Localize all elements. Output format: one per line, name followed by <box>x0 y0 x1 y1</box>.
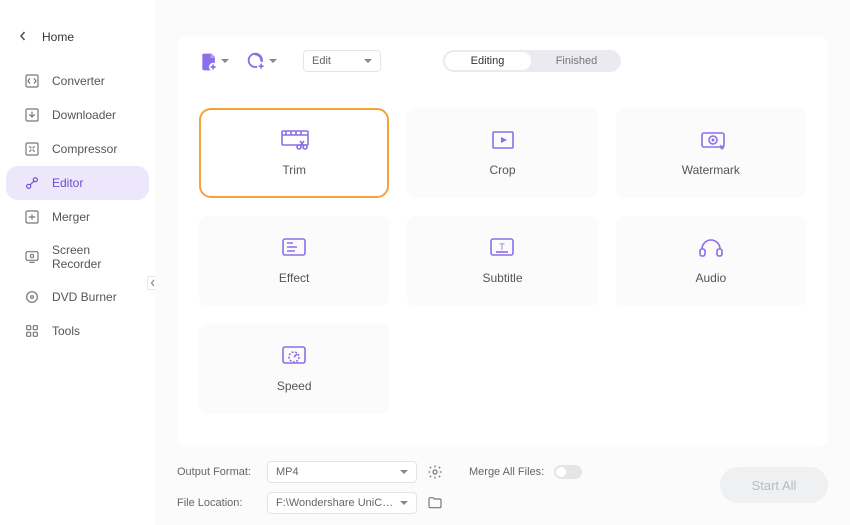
tile-crop[interactable]: Crop <box>407 108 597 198</box>
compressor-icon <box>24 141 40 157</box>
sidebar-item-tools[interactable]: Tools <box>6 314 149 348</box>
tile-label: Subtitle <box>482 271 522 285</box>
sidebar-item-label: Screen Recorder <box>52 243 131 271</box>
segment-finished[interactable]: Finished <box>532 55 621 67</box>
home-button[interactable]: Home <box>0 22 155 64</box>
start-all-label: Start All <box>752 478 797 493</box>
toolbar: Edit Editing Finished <box>199 50 806 72</box>
add-file-icon <box>199 52 217 70</box>
sidebar-item-label: Tools <box>52 324 80 338</box>
merge-label: Merge All Files: <box>469 466 544 478</box>
chevron-down-icon <box>400 501 408 505</box>
back-icon <box>18 31 30 43</box>
sidebar-item-label: Merger <box>52 210 90 224</box>
open-folder-icon[interactable] <box>427 495 443 511</box>
footer: Output Format: MP4 Merge All Files: File… <box>177 459 828 515</box>
downloader-icon <box>24 107 40 123</box>
main-area: Edit Editing Finished Trim Crop Watermar… <box>155 0 850 525</box>
sidebar-item-label: Editor <box>52 176 83 190</box>
file-location-label: File Location: <box>177 497 257 509</box>
trim-icon <box>281 129 307 151</box>
sidebar-item-downloader[interactable]: Downloader <box>6 98 149 132</box>
output-format-value: MP4 <box>276 466 299 478</box>
status-segmented[interactable]: Editing Finished <box>443 50 621 72</box>
subtitle-icon: T <box>489 237 515 259</box>
tile-label: Crop <box>489 163 515 177</box>
mode-select[interactable]: Edit <box>303 50 381 72</box>
screen-recorder-icon <box>24 249 40 265</box>
merge-toggle[interactable] <box>554 465 582 479</box>
segment-editing[interactable]: Editing <box>443 55 532 67</box>
tile-subtitle[interactable]: T Subtitle <box>407 216 597 306</box>
chevron-down-icon <box>400 470 408 474</box>
tile-label: Watermark <box>682 163 740 177</box>
sidebar-item-label: DVD Burner <box>52 290 117 304</box>
editor-tiles-grid: Trim Crop Watermark Effect T Subtitle Au… <box>199 108 806 414</box>
tools-icon <box>24 323 40 339</box>
sidebar-item-converter[interactable]: Converter <box>6 64 149 98</box>
sidebar-item-merger[interactable]: Merger <box>6 200 149 234</box>
add-folder-icon <box>247 52 265 70</box>
sidebar-item-compressor[interactable]: Compressor <box>6 132 149 166</box>
crop-icon <box>489 129 515 151</box>
tile-audio[interactable]: Audio <box>616 216 806 306</box>
tile-watermark[interactable]: Watermark <box>616 108 806 198</box>
output-format-label: Output Format: <box>177 466 257 478</box>
sidebar-item-dvd-burner[interactable]: DVD Burner <box>6 280 149 314</box>
tile-label: Trim <box>282 163 306 177</box>
home-label: Home <box>42 30 74 44</box>
sidebar: Home Converter Downloader Compressor Edi… <box>0 0 155 525</box>
sidebar-item-label: Compressor <box>52 142 117 156</box>
add-file-button[interactable] <box>199 52 229 70</box>
tile-label: Audio <box>695 271 726 285</box>
tile-label: Speed <box>277 379 312 393</box>
effect-icon <box>281 237 307 259</box>
tile-speed[interactable]: Speed <box>199 324 389 414</box>
merger-icon <box>24 209 40 225</box>
editor-panel: Edit Editing Finished Trim Crop Watermar… <box>177 36 828 447</box>
sidebar-item-editor[interactable]: Editor <box>6 166 149 200</box>
chevron-down-icon <box>269 59 277 63</box>
tile-label: Effect <box>279 271 309 285</box>
start-all-button[interactable]: Start All <box>720 467 828 503</box>
output-settings-icon[interactable] <box>427 464 443 480</box>
converter-icon <box>24 73 40 89</box>
audio-icon <box>698 237 724 259</box>
chevron-down-icon <box>364 59 372 63</box>
watermark-icon <box>698 129 724 151</box>
editor-icon <box>24 175 40 191</box>
sidebar-item-label: Downloader <box>52 108 116 122</box>
mode-select-value: Edit <box>312 55 331 67</box>
file-location-select[interactable]: F:\Wondershare UniConverter 1 <box>267 492 417 514</box>
tile-trim[interactable]: Trim <box>199 108 389 198</box>
output-format-select[interactable]: MP4 <box>267 461 417 483</box>
file-location-value: F:\Wondershare UniConverter 1 <box>276 497 396 509</box>
speed-icon <box>281 345 307 367</box>
tile-effect[interactable]: Effect <box>199 216 389 306</box>
sidebar-item-label: Converter <box>52 74 105 88</box>
svg-text:T: T <box>500 242 506 252</box>
add-folder-button[interactable] <box>247 52 277 70</box>
sidebar-item-screen-recorder[interactable]: Screen Recorder <box>6 234 149 280</box>
dvd-burner-icon <box>24 289 40 305</box>
chevron-down-icon <box>221 59 229 63</box>
